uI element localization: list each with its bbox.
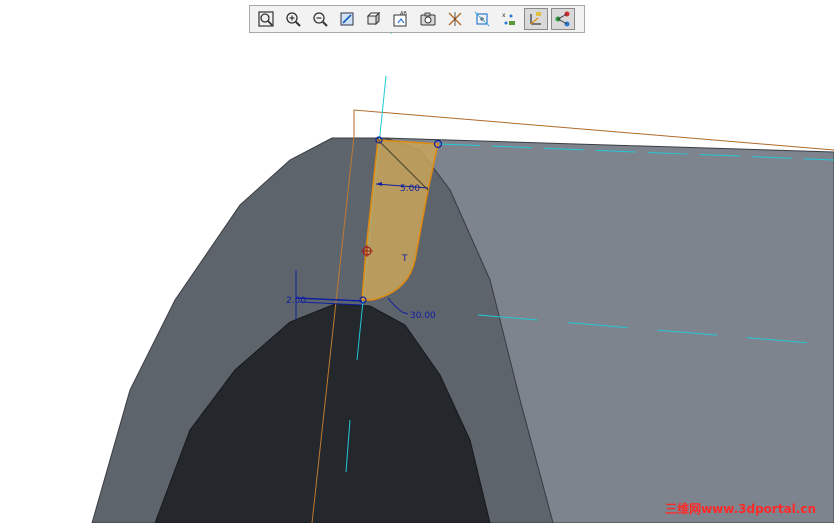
datum-points-icon: x xyxy=(502,12,515,25)
offset-dimension-value[interactable]: 2.00 xyxy=(286,296,306,306)
datum-points-button[interactable]: x xyxy=(497,8,521,30)
model-canvas[interactable]: 5.00 T 2.00 30.00 xyxy=(0,0,834,524)
view-manager-button[interactable] xyxy=(416,8,440,30)
tangent-constraint-label[interactable]: T xyxy=(401,254,408,264)
zoom-fit-button[interactable] xyxy=(254,8,278,30)
zoom-in-icon xyxy=(286,12,301,27)
model-viewport[interactable]: 5.00 T 2.00 30.00 xyxy=(0,0,834,524)
saved-views-button[interactable]: AB xyxy=(389,8,413,30)
angle-dimension-value[interactable]: 30.00 xyxy=(410,311,436,321)
view-toolbar: AB x xyxy=(249,5,585,33)
svg-text:AB: AB xyxy=(400,11,407,17)
datum-axes-icon xyxy=(474,11,490,27)
csys-icon xyxy=(530,12,541,25)
annotation-display-button[interactable] xyxy=(551,8,575,30)
cube-icon xyxy=(366,11,381,26)
camera-icon xyxy=(420,12,436,26)
zoom-out-button[interactable] xyxy=(308,8,332,30)
repaint-icon xyxy=(340,12,354,26)
saved-views-icon: AB xyxy=(393,11,407,27)
svg-text:x: x xyxy=(502,12,506,19)
watermark-text: 三维网www.3dportal.cn xyxy=(665,502,816,516)
repaint-button[interactable] xyxy=(335,8,359,30)
width-dimension-value[interactable]: 5.00 xyxy=(400,184,420,194)
zoom-fit-icon xyxy=(258,11,274,27)
annotation-icon xyxy=(555,11,570,27)
zoom-in-button[interactable] xyxy=(281,8,305,30)
display-style-button[interactable] xyxy=(362,8,386,30)
csys-display-button[interactable] xyxy=(524,8,548,30)
datum-axes-button[interactable] xyxy=(470,8,494,30)
datum-planes-button[interactable] xyxy=(443,8,467,30)
zoom-out-icon xyxy=(313,12,328,27)
datum-planes-icon xyxy=(448,12,462,26)
